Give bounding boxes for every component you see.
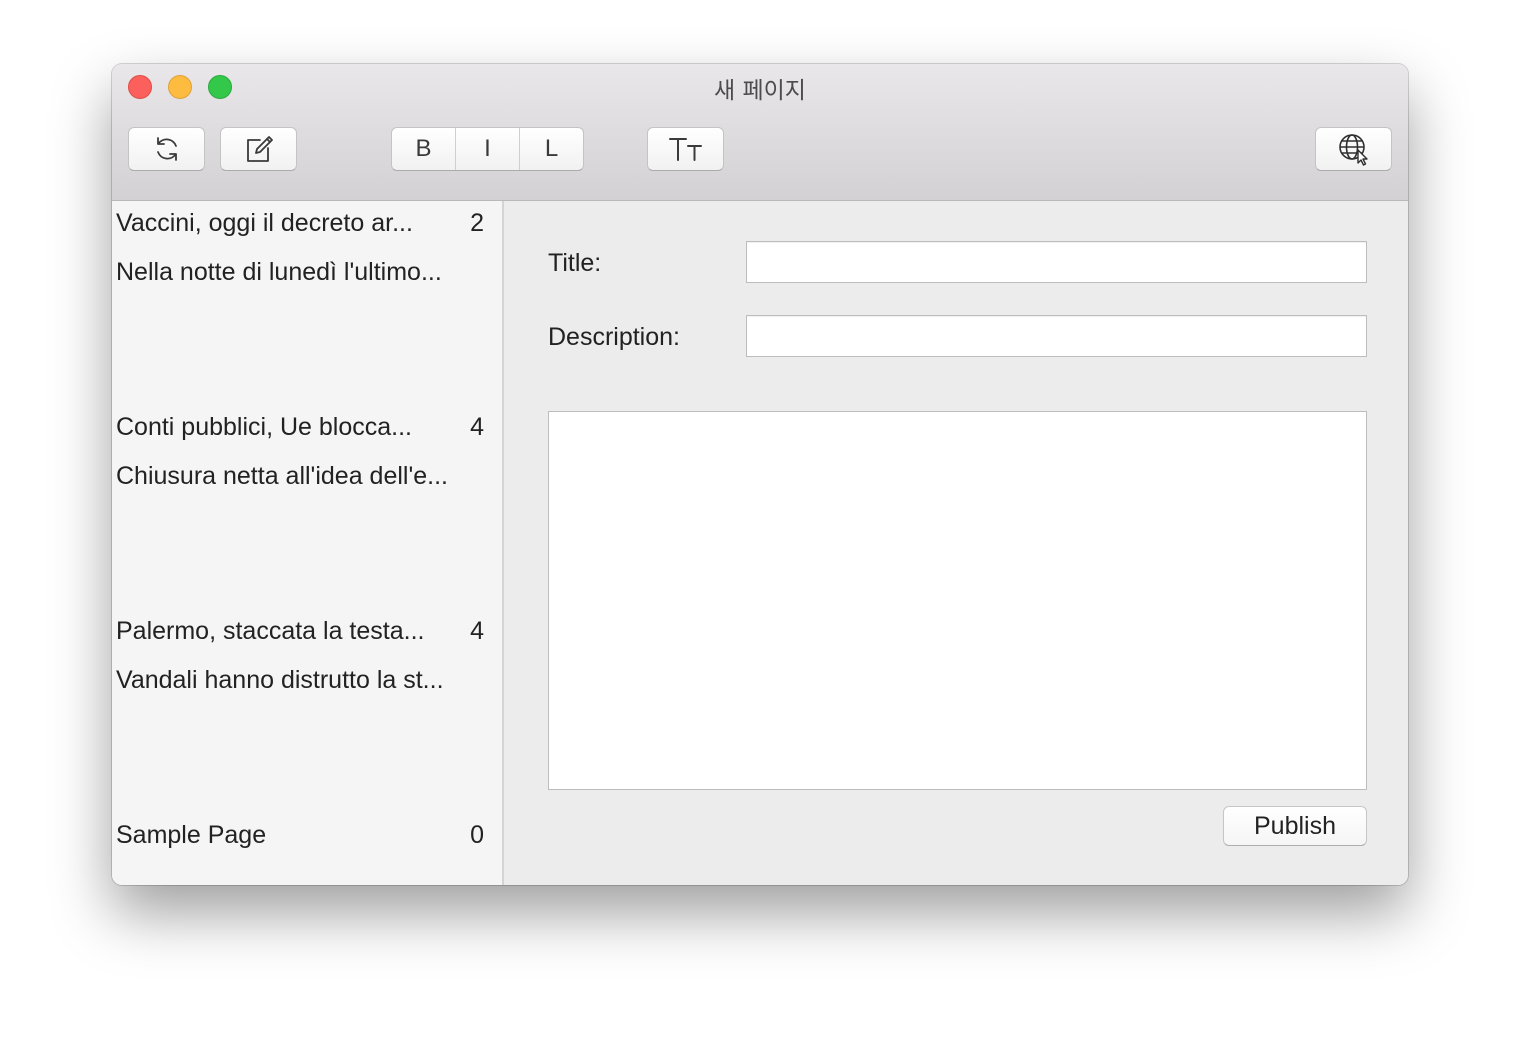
post-list-item[interactable]: Palermo, staccata la testa... 4 Vandali … bbox=[112, 609, 502, 809]
refresh-icon bbox=[152, 134, 182, 164]
body-text-editor[interactable] bbox=[548, 411, 1367, 790]
text-size-icon bbox=[667, 135, 705, 163]
post-count: 2 bbox=[470, 209, 484, 237]
post-title: Vaccini, oggi il decreto ar... bbox=[116, 209, 413, 237]
post-list-item[interactable]: Conti pubblici, Ue blocca... 4 Chiusura … bbox=[112, 405, 502, 605]
refresh-button[interactable] bbox=[128, 127, 205, 171]
post-excerpt: Chiusura netta all'idea dell'e... bbox=[116, 462, 448, 490]
titlebar-toolbar: 새 페이지 B I L bbox=[112, 64, 1408, 201]
text-style-segmented-control: B I L bbox=[391, 127, 584, 171]
globe-cursor-icon bbox=[1337, 132, 1371, 166]
text-size-button[interactable] bbox=[647, 127, 724, 171]
compose-icon bbox=[243, 133, 275, 165]
post-list-item[interactable]: Sample Page 0 bbox=[112, 813, 502, 883]
description-input[interactable] bbox=[746, 315, 1367, 357]
publish-button[interactable]: Publish bbox=[1223, 806, 1367, 846]
window-title: 새 페이지 bbox=[714, 78, 806, 104]
title-label: Title: bbox=[548, 249, 602, 277]
title-input[interactable] bbox=[746, 241, 1367, 283]
post-title: Palermo, staccata la testa... bbox=[116, 617, 425, 645]
compose-button[interactable] bbox=[220, 127, 297, 171]
bold-button[interactable]: B bbox=[392, 128, 456, 170]
post-count: 0 bbox=[470, 821, 484, 849]
italic-button[interactable]: I bbox=[456, 128, 520, 170]
post-count: 4 bbox=[470, 413, 484, 441]
post-excerpt: Vandali hanno distrutto la st... bbox=[116, 666, 444, 694]
link-button[interactable]: L bbox=[520, 128, 583, 170]
open-in-browser-button[interactable] bbox=[1315, 127, 1392, 171]
post-list-item[interactable]: Vaccini, oggi il decreto ar... 2 Nella n… bbox=[112, 201, 502, 401]
post-list-sidebar[interactable]: Vaccini, oggi il decreto ar... 2 Nella n… bbox=[112, 201, 504, 885]
editor-pane: Title: Description: Publish bbox=[504, 201, 1408, 885]
post-count: 4 bbox=[470, 617, 484, 645]
description-label: Description: bbox=[548, 323, 680, 351]
app-window: 새 페이지 B I L Vaccini, oggi il decreto ar.… bbox=[112, 64, 1408, 885]
post-title: Sample Page bbox=[116, 821, 267, 849]
post-excerpt: Nella notte di lunedì l'ultimo... bbox=[116, 258, 442, 286]
post-title: Conti pubblici, Ue blocca... bbox=[116, 413, 412, 441]
